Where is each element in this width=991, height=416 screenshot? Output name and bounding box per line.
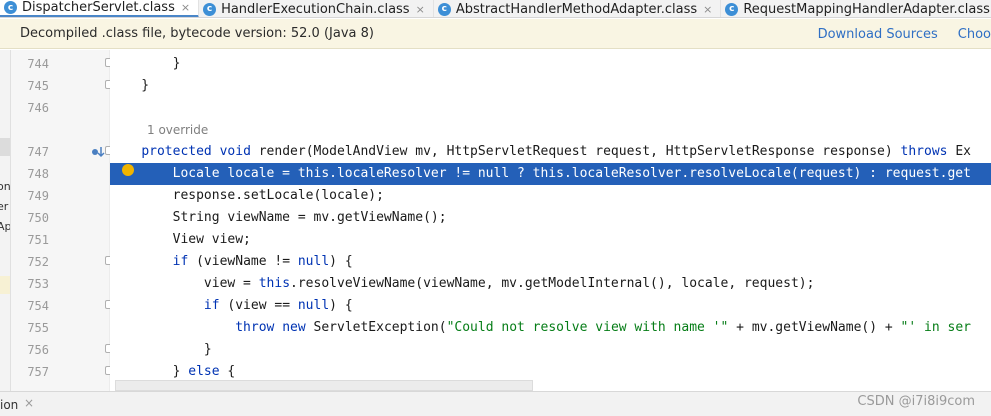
strip-highlight (0, 276, 10, 294)
bottom-tool-bar: ion × (0, 391, 991, 416)
line-number: 744 (27, 57, 49, 71)
code-line[interactable]: throw new ServletException("Could not re… (110, 317, 991, 339)
code-line[interactable]: protected void render(ModelAndView mv, H… (110, 141, 991, 163)
code-line[interactable]: } (110, 53, 991, 75)
code-line[interactable]: if (view == null) { (110, 295, 991, 317)
line-number: 748 (27, 167, 49, 181)
line-number: 749 (27, 189, 49, 203)
line-number: 754 (27, 299, 49, 313)
line-number: 757 (27, 365, 49, 379)
line-number: 755 (27, 321, 49, 335)
close-icon[interactable]: × (24, 396, 34, 410)
code-editor[interactable]: } } 1 override protected void render(Mod… (110, 50, 991, 391)
panel-fragment: ont (0, 180, 11, 193)
tab-handlerexecutionchain[interactable]: c HandlerExecutionChain.class × (199, 0, 434, 17)
line-number: 753 (27, 277, 49, 291)
tab-label: RequestMappingHandlerAdapter.class (743, 1, 990, 17)
tab-requestmappinghandleradapter[interactable]: c RequestMappingHandlerAdapter.class × (721, 0, 991, 17)
code-line[interactable]: view = this.resolveViewName(viewName, mv… (110, 273, 991, 295)
editor-tab-bar: c DispatcherServlet.class × c HandlerExe… (0, 0, 991, 18)
close-icon[interactable]: × (703, 3, 712, 16)
selected-code-line[interactable]: Locale locale = this.localeResolver != n… (110, 163, 991, 185)
close-icon[interactable]: × (181, 1, 190, 14)
line-number: 756 (27, 343, 49, 357)
bottom-panel-label[interactable]: ion (0, 398, 18, 412)
line-number-gutter: 744 745 746 747 748 749 750 751 752 753 … (11, 50, 114, 391)
code-line[interactable]: response.setLocale(locale); (110, 185, 991, 207)
class-file-icon: c (437, 2, 451, 16)
strip-highlight (0, 138, 10, 156)
code-line[interactable]: } (110, 75, 991, 97)
line-number: 751 (27, 233, 49, 247)
override-inlay-hint[interactable]: 1 override (110, 119, 991, 141)
download-sources-link[interactable]: Download Sources (818, 27, 938, 42)
left-panel-strip: ont er Ap (0, 50, 11, 391)
line-number: 752 (27, 255, 49, 269)
banner-message: Decompiled .class file, bytecode version… (20, 26, 374, 41)
decompiled-banner: Decompiled .class file, bytecode version… (0, 19, 991, 49)
line-number: 745 (27, 79, 49, 93)
code-line[interactable]: } (110, 339, 991, 361)
code-line[interactable]: if (viewName != null) { (110, 251, 991, 273)
class-file-icon: c (203, 2, 217, 16)
line-number: 750 (27, 211, 49, 225)
tab-label: HandlerExecutionChain.class (221, 1, 410, 17)
horizontal-scrollbar[interactable] (115, 380, 533, 391)
code-line[interactable]: String viewName = mv.getViewName(); (110, 207, 991, 229)
tab-dispatcherservlet[interactable]: c DispatcherServlet.class × (0, 0, 200, 17)
code-line[interactable]: View view; (110, 229, 991, 251)
watermark: CSDN @i7i8i9com (857, 394, 975, 409)
close-icon[interactable]: × (416, 3, 425, 16)
choose-sources-link[interactable]: Choo (958, 27, 991, 42)
panel-fragment: Ap (0, 220, 11, 233)
class-file-icon: c (4, 1, 17, 14)
tab-label: AbstractHandlerMethodAdapter.class (455, 1, 698, 17)
code-line[interactable] (110, 97, 991, 119)
override-marker-icon[interactable] (91, 145, 105, 159)
class-file-icon: c (725, 2, 739, 16)
line-number: 747 (27, 145, 49, 159)
line-number: 746 (27, 101, 49, 115)
lightbulb-icon[interactable] (122, 164, 134, 176)
panel-fragment: er (0, 200, 9, 213)
tab-abstracthandlermethodadapter[interactable]: c AbstractHandlerMethodAdapter.class × (434, 0, 722, 17)
tab-label: DispatcherServlet.class (22, 0, 175, 15)
